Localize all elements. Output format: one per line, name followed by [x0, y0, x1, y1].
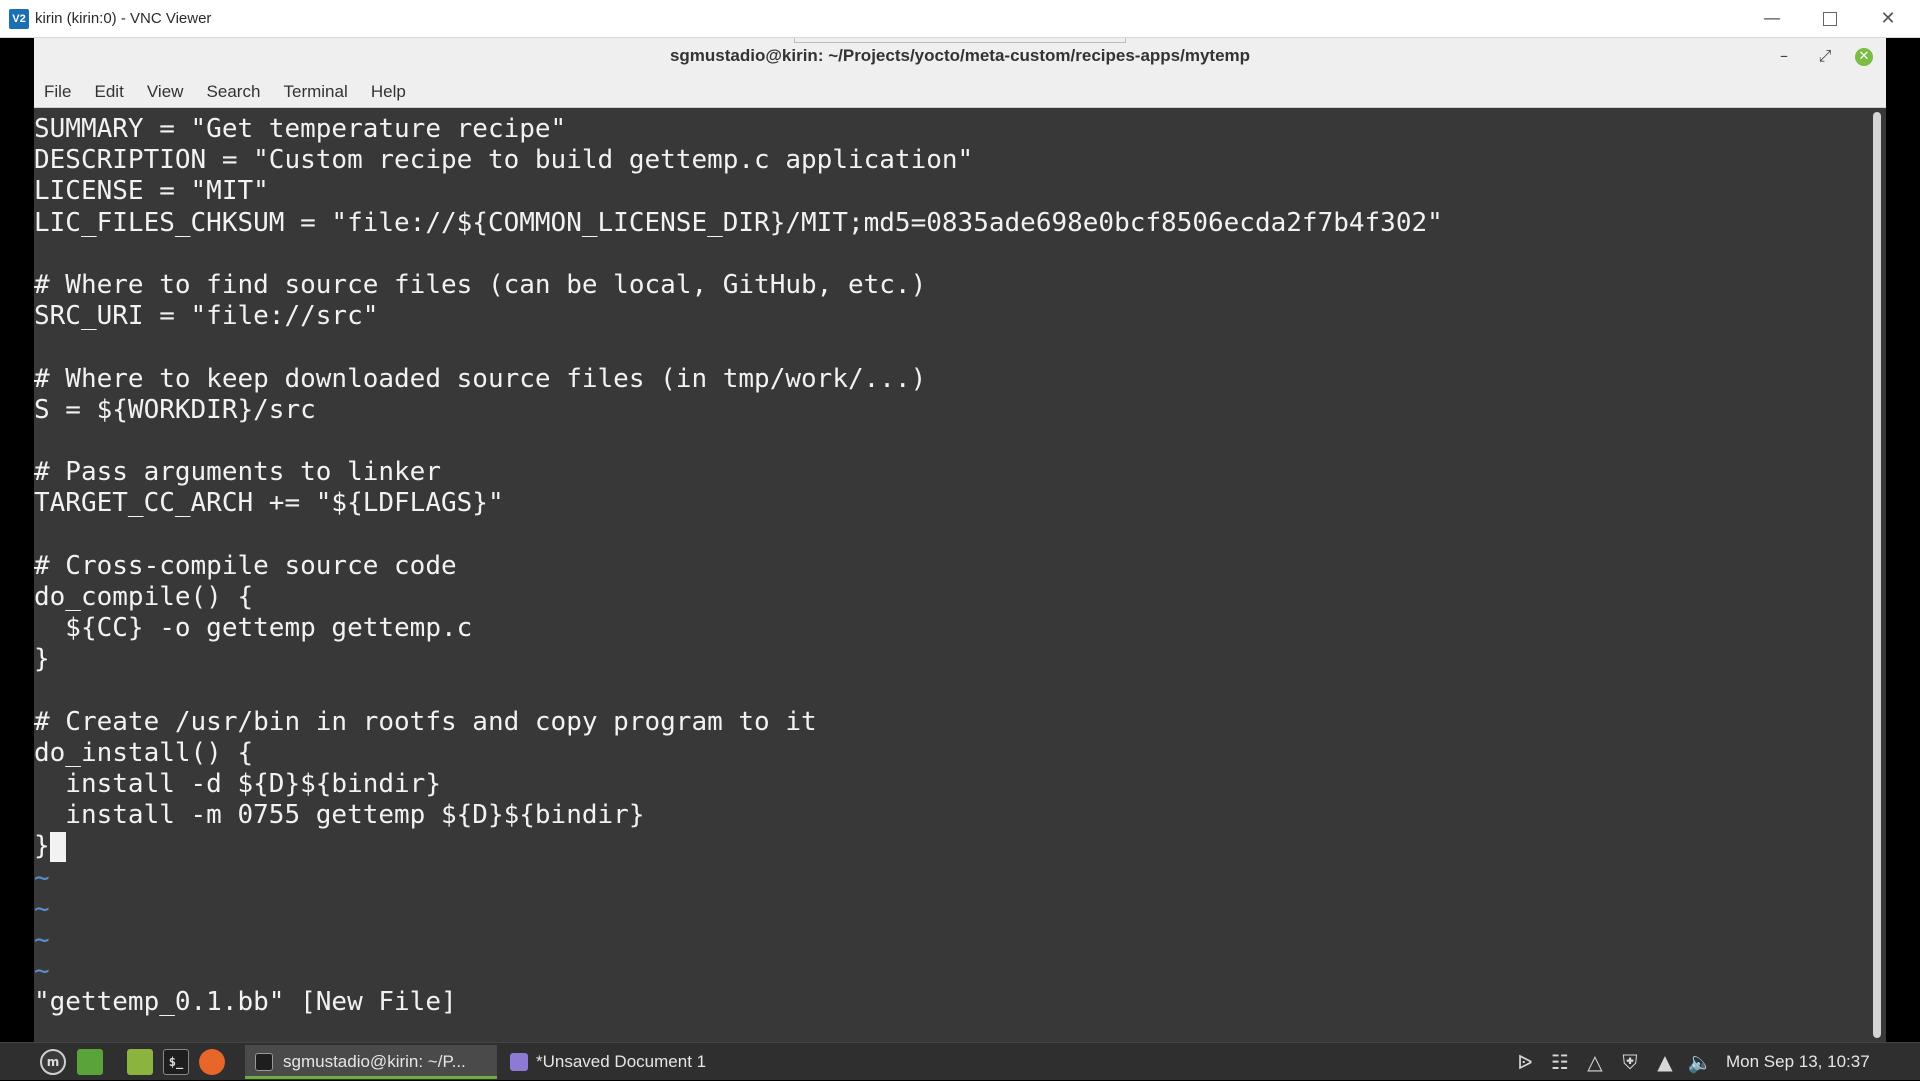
vim-status-line: "gettemp_0.1.bb" [New File] [34, 987, 457, 1018]
wifi-icon[interactable]: ▲ [1652, 1049, 1678, 1075]
code-line: S = ${WORKDIR}/src [34, 394, 316, 425]
clock[interactable]: Mon Sep 13, 10:37 [1726, 1043, 1870, 1081]
code-line: LIC_FILES_CHKSUM = "file://${COMMON_LICE… [34, 207, 1443, 238]
task-terminal[interactable]: sgmustadio@kirin: ~/P... [245, 1045, 497, 1079]
code-line: LICENSE = "MIT" [34, 176, 269, 207]
task-terminal-label: sgmustadio@kirin: ~/P... [283, 1052, 466, 1071]
menu-terminal[interactable]: Terminal [275, 74, 357, 108]
titlebar-notch [794, 38, 1126, 43]
editor-buffer: SUMMARY = "Get temperature recipe" DESCR… [34, 114, 1443, 1018]
firefox-icon[interactable] [199, 1049, 225, 1075]
code-line: # Where to find source files (can be loc… [34, 269, 927, 300]
menu-edit[interactable]: Edit [86, 74, 133, 108]
menu-launcher-icon[interactable]: m [40, 1049, 66, 1075]
files-folder-icon[interactable] [127, 1049, 153, 1075]
code-line: SUMMARY = "Get temperature recipe" [34, 114, 567, 144]
volume-icon[interactable]: 🔈 [1687, 1049, 1713, 1075]
code-line: # Pass arguments to linker [34, 457, 441, 488]
code-line: # Where to keep downloaded source files … [34, 363, 927, 394]
empty-line-marker: ~ [34, 893, 50, 924]
bluetooth-icon[interactable]: ᐉ [1512, 1049, 1538, 1075]
terminal-menubar: File Edit View Search Terminal Help [34, 74, 1886, 108]
code-line: do_compile() { [34, 581, 254, 612]
remote-desktop: sgmustadio@kirin: ~/Projects/yocto/meta-… [0, 38, 1920, 1080]
terminal-titlebar: sgmustadio@kirin: ~/Projects/yocto/meta-… [34, 38, 1886, 74]
code-line: do_install() { [34, 737, 254, 768]
terminal-icon [255, 1053, 273, 1071]
close-icon[interactable]: ✕ [1859, 0, 1917, 38]
vnc-window-title: kirin (kirin:0) - VNC Viewer [35, 10, 212, 27]
minimize-icon[interactable]: — [1743, 0, 1801, 38]
code-line: } [34, 831, 50, 862]
code-line: # Cross-compile source code [34, 550, 457, 581]
task-editor-label: *Unsaved Document 1 [536, 1052, 707, 1071]
vnc-titlebar: V2 kirin (kirin:0) - VNC Viewer — ✕ [0, 0, 1920, 38]
code-line: install -m 0755 gettemp ${D}${bindir} [34, 800, 645, 831]
menu-view[interactable]: View [138, 74, 193, 108]
menu-help[interactable]: Help [362, 74, 415, 108]
update-icon[interactable]: △ [1582, 1049, 1608, 1075]
empty-line-marker: ~ [34, 924, 50, 955]
code-line: DESCRIPTION = "Custom recipe to build ge… [34, 145, 974, 176]
terminal-minimize-icon[interactable]: – [1767, 38, 1801, 74]
empty-line-marker: ~ [34, 956, 50, 987]
menu-file[interactable]: File [35, 74, 80, 108]
text-cursor [49, 832, 66, 863]
maximize-icon[interactable] [1801, 0, 1859, 38]
code-line: # Create /usr/bin in rootfs and copy pro… [34, 706, 817, 737]
terminal-restore-icon[interactable]: ⤢ [1808, 38, 1842, 74]
menu-search[interactable]: Search [198, 74, 270, 108]
code-line-cursor: } [34, 831, 1443, 863]
scrollbar-thumb[interactable] [1873, 112, 1881, 1038]
terminal-title: sgmustadio@kirin: ~/Projects/yocto/meta-… [669, 46, 1251, 65]
code-line: ${CC} -o gettemp gettemp.c [34, 613, 473, 643]
terminal-launcher-icon[interactable]: $_ [163, 1049, 189, 1075]
empty-line-marker: ~ [34, 862, 50, 893]
terminal-close-icon[interactable]: ✕ [1847, 38, 1881, 74]
shield-icon[interactable]: ⛨ [1617, 1049, 1643, 1075]
code-line: install -d ${D}${bindir} [34, 768, 441, 799]
taskbar: m $_ sgmustadio@kirin: ~/P... *Unsaved D… [0, 1042, 1920, 1080]
terminal-scrollbar[interactable] [1868, 108, 1886, 1042]
vnc-logo-icon: V2 [9, 9, 29, 29]
code-line: } [34, 644, 50, 675]
terminal-content[interactable]: SUMMARY = "Get temperature recipe" DESCR… [34, 108, 1868, 1042]
clipboard-icon[interactable]: ☷ [1547, 1049, 1573, 1075]
terminal-window: sgmustadio@kirin: ~/Projects/yocto/meta-… [34, 38, 1886, 1042]
code-line: SRC_URI = "file://src" [34, 301, 379, 332]
task-text-editor[interactable]: *Unsaved Document 1 [500, 1045, 740, 1079]
show-desktop-icon[interactable] [77, 1049, 103, 1075]
code-line: TARGET_CC_ARCH += "${LDFLAGS}" [34, 488, 504, 519]
text-editor-icon [510, 1053, 528, 1071]
